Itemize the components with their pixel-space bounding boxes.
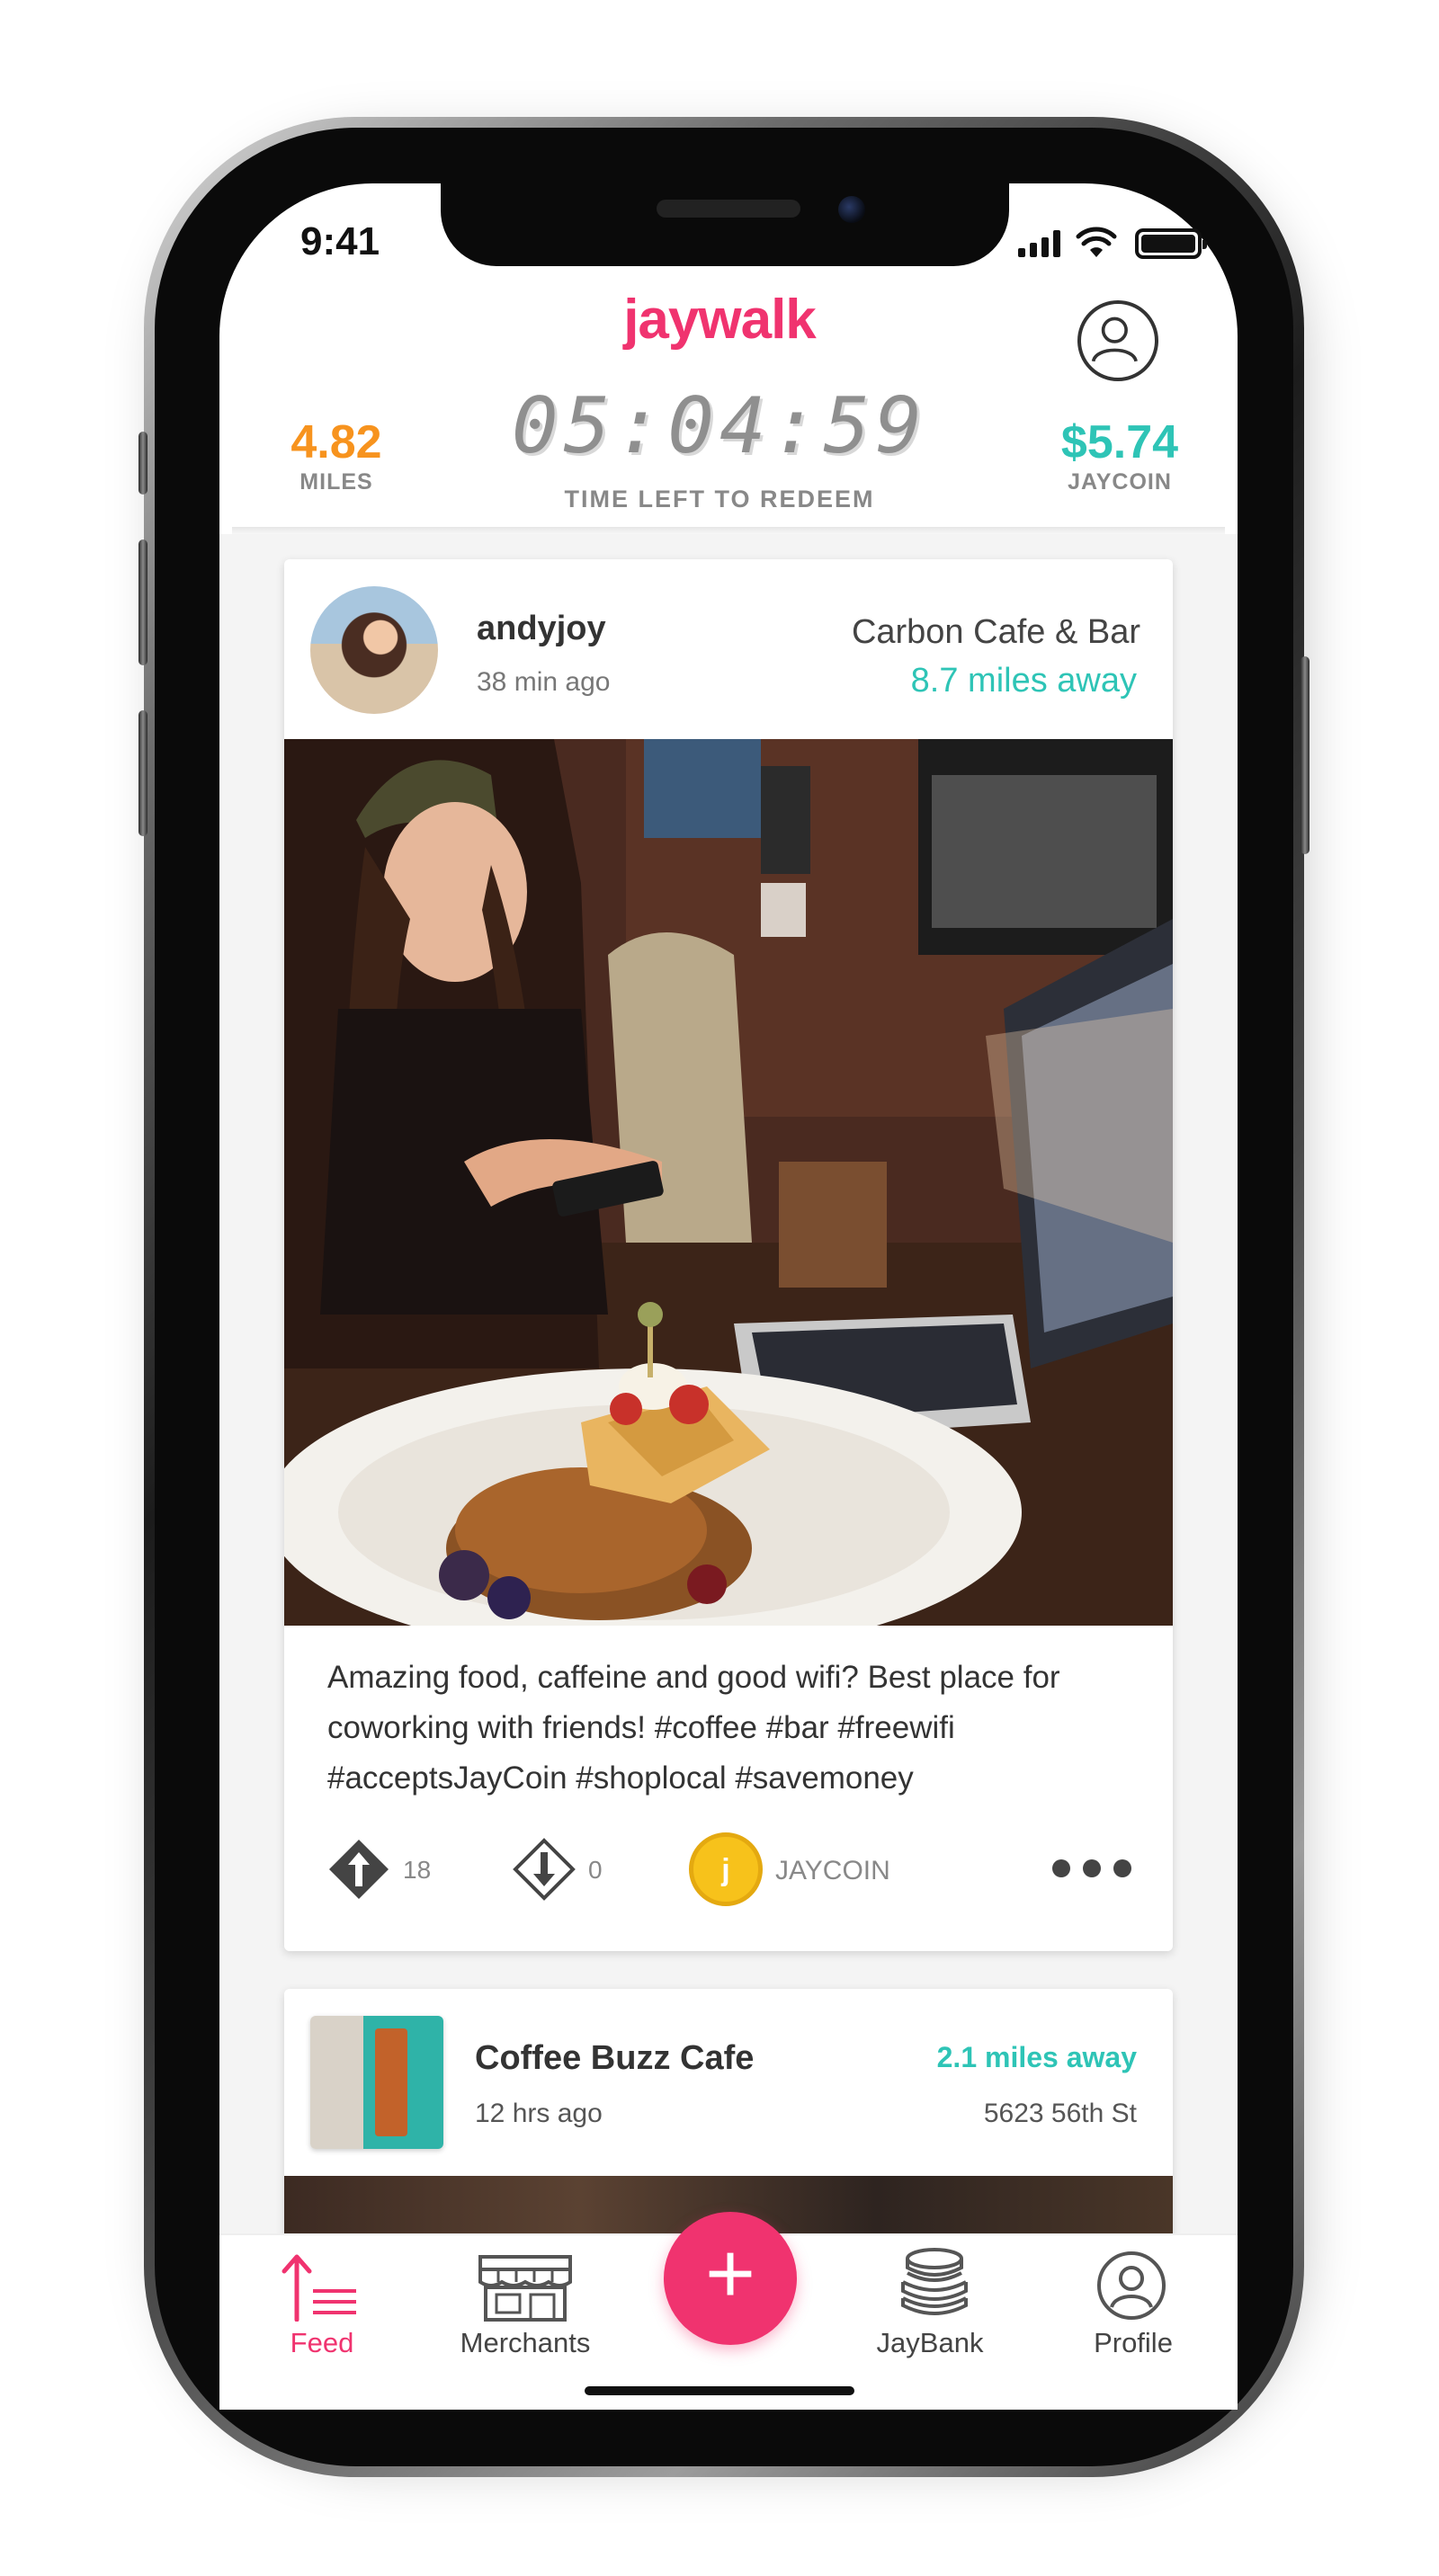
post-actions: 18 0 j JAYCOIN [327,1829,1137,1910]
post-venue[interactable]: Carbon Cafe & Bar [852,613,1140,652]
profile-icon[interactable] [1095,2250,1167,2322]
more-options-icon[interactable] [1052,1859,1131,1877]
notch [441,183,1009,266]
battery-icon [1135,228,1207,259]
post-caption: Amazing food, caffeine and good wifi? Be… [327,1660,1060,1796]
cellular-signal-icon [1018,230,1060,257]
add-post-button[interactable]: + [664,2212,797,2345]
front-camera [838,196,865,223]
downvote-count: 0 [588,1856,603,1884]
speaker-grille [657,200,800,218]
tab-jaybank[interactable]: JayBank [849,2327,1011,2359]
downvote-icon[interactable] [513,1838,576,1901]
post-timestamp: 12 hrs ago [475,2099,603,2128]
volume-down-button [139,710,147,836]
home-indicator[interactable] [585,2386,854,2395]
merchant-thumbnail[interactable] [310,2016,443,2149]
upvote-icon[interactable] [327,1838,390,1901]
status-time: 9:41 [300,219,380,263]
user-icon [1091,316,1138,362]
header-divider [232,527,1225,534]
jaycoin-label: JAYCOIN [1068,469,1172,495]
profile-button[interactable] [1077,300,1158,381]
post-photo[interactable] [284,739,1173,1626]
post-venue-distance: 8.7 miles away [910,662,1137,700]
tab-feed[interactable]: Feed [241,2327,403,2359]
merchant-address: 5623 56th St [983,2099,1137,2128]
post-username[interactable]: andyjoy [477,610,606,648]
redeem-timer-label: TIME LEFT TO REDEEM [564,486,875,513]
upvote-count: 18 [403,1856,432,1884]
plus-icon: + [704,2225,756,2322]
merchant-distance: 2.1 miles away [936,2041,1137,2073]
post-timestamp: 38 min ago [477,667,611,697]
storefront-icon[interactable] [475,2251,576,2323]
feed-icon[interactable] [275,2251,362,2322]
coin-stack-icon[interactable] [896,2246,973,2323]
merchant-name[interactable]: Coffee Buzz Cafe [475,2039,754,2078]
user-avatar[interactable] [310,586,438,714]
jaycoin-icon[interactable]: j [689,1832,763,1906]
jaycoin-tip-label[interactable]: JAYCOIN [775,1856,890,1886]
tab-merchants[interactable]: Merchants [444,2327,606,2359]
volume-up-button [139,539,147,665]
power-button [1300,656,1309,854]
app-logo: jaywalk [623,289,817,351]
post-photo-illustration [284,739,1173,1626]
redeem-timer: 05:04:59 [511,381,928,471]
jaycoin-balance: $5.74 [1060,416,1179,468]
tab-profile[interactable]: Profile [1052,2327,1214,2359]
wifi-icon [1076,227,1117,257]
